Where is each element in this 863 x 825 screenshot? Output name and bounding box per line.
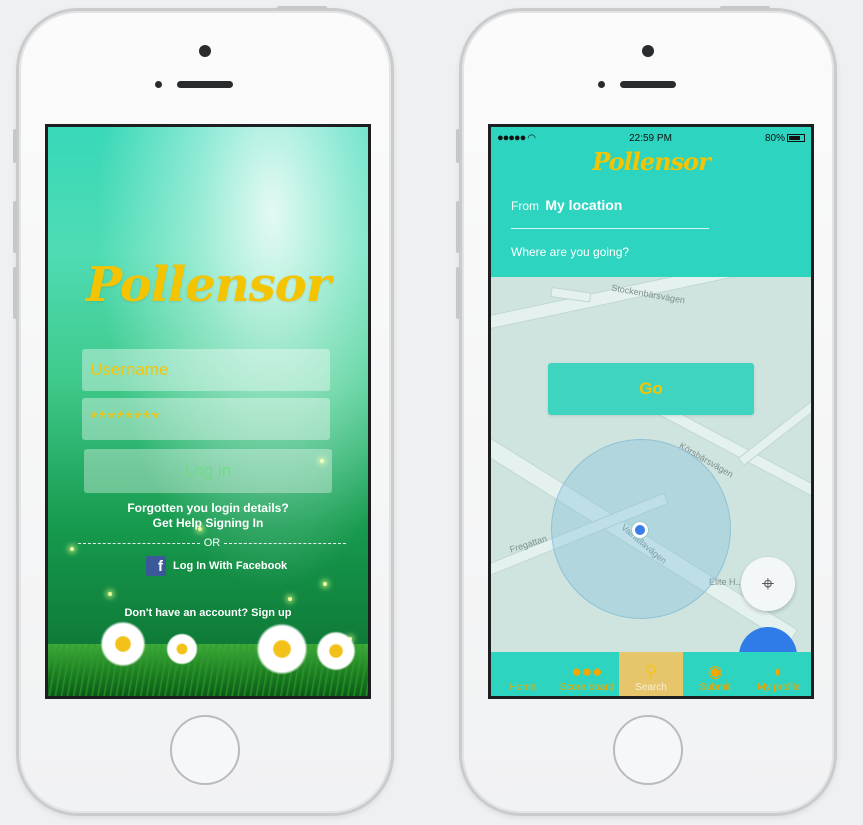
facebook-login-button[interactable]: f Log In With Facebook bbox=[146, 556, 287, 576]
or-divider: OR bbox=[78, 537, 346, 549]
map-screen: ●●●●● ◠ 22:59 PM 80% Pollensor From My l… bbox=[488, 124, 814, 699]
signal-icon: ●●●●● bbox=[497, 132, 528, 144]
tab-home-label: Home bbox=[509, 682, 537, 693]
origin-value: My location bbox=[545, 197, 623, 213]
username-input[interactable] bbox=[82, 349, 330, 391]
tab-home[interactable]: Home bbox=[491, 652, 555, 696]
facebook-icon: f bbox=[146, 556, 166, 576]
map-road bbox=[491, 277, 811, 331]
proximity-sensor bbox=[155, 81, 162, 88]
tab-search-label: Search bbox=[635, 682, 667, 693]
battery-indicator: 80% bbox=[765, 133, 805, 144]
sparkle bbox=[70, 547, 74, 551]
volume-up-button bbox=[13, 201, 17, 253]
divider-line bbox=[78, 542, 200, 544]
origin-underline bbox=[511, 228, 709, 229]
profile-icon: ◐ bbox=[773, 662, 785, 681]
sparkle bbox=[288, 597, 292, 601]
tab-search[interactable]: ⚲ Search bbox=[619, 652, 683, 696]
origin-field[interactable]: From My location bbox=[511, 197, 622, 213]
tab-submit-label: Submit bbox=[699, 682, 731, 693]
daisy-flower bbox=[166, 633, 198, 665]
earpiece-speaker bbox=[177, 81, 233, 88]
status-bar: ●●●●● ◠ 22:59 PM 80% bbox=[497, 131, 805, 145]
front-camera bbox=[642, 45, 654, 57]
group-icon: ●●● bbox=[571, 662, 603, 681]
tab-score-board[interactable]: ●●● Score board bbox=[555, 652, 619, 696]
divider-line bbox=[224, 542, 346, 544]
destination-input[interactable] bbox=[511, 245, 781, 259]
or-label: OR bbox=[203, 537, 221, 549]
battery-icon bbox=[787, 133, 805, 142]
facebook-login-label: Log In With Facebook bbox=[173, 560, 288, 572]
get-help-link[interactable]: Get Help Signing In bbox=[48, 516, 368, 531]
app-logo: Pollensor bbox=[592, 147, 711, 176]
battery-percent: 80% bbox=[764, 132, 785, 144]
forgot-details-text: Forgotten you login details? bbox=[127, 501, 289, 515]
signup-link[interactable]: Don't have an account? Sign up bbox=[48, 607, 368, 619]
bottom-tab-bar: Home ●●● Score board ⚲ Search ◉ Submit ◐… bbox=[491, 652, 811, 696]
login-screen: Pollensor Log in Forgotten you login det… bbox=[45, 124, 371, 699]
locate-me-button[interactable]: ⌖ bbox=[741, 557, 795, 611]
volume-up-button bbox=[456, 201, 460, 253]
mute-switch bbox=[456, 129, 460, 163]
app-logo: Pollensor bbox=[85, 257, 331, 313]
password-input[interactable] bbox=[82, 398, 330, 440]
volume-down-button bbox=[13, 267, 17, 319]
forgot-details-block: Forgotten you login details? Get Help Si… bbox=[48, 501, 368, 531]
phone-frame-map: ●●●●● ◠ 22:59 PM 80% Pollensor From My l… bbox=[456, 6, 837, 816]
search-header: ●●●●● ◠ 22:59 PM 80% Pollensor From My l… bbox=[491, 127, 811, 277]
power-button bbox=[720, 6, 770, 10]
submit-icon: ◉ bbox=[707, 662, 723, 681]
home-button bbox=[170, 715, 240, 785]
signal-indicator: ●●●●● ◠ bbox=[497, 132, 536, 144]
power-button bbox=[277, 6, 327, 10]
front-camera bbox=[199, 45, 211, 57]
phone-frame-login: Pollensor Log in Forgotten you login det… bbox=[13, 6, 394, 816]
current-location-marker bbox=[632, 522, 648, 538]
volume-down-button bbox=[456, 267, 460, 319]
from-label: From bbox=[511, 199, 539, 213]
search-icon: ⚲ bbox=[644, 662, 658, 681]
earpiece-speaker bbox=[620, 81, 676, 88]
home-button bbox=[613, 715, 683, 785]
proximity-sensor bbox=[598, 81, 605, 88]
status-time: 22:59 PM bbox=[629, 132, 672, 144]
sparkle bbox=[108, 592, 112, 596]
mute-switch bbox=[13, 129, 17, 163]
sparkle bbox=[323, 582, 327, 586]
tab-score-board-label: Score board bbox=[559, 682, 615, 693]
tab-my-profile[interactable]: ◐ My profile bbox=[747, 652, 811, 696]
go-button[interactable]: Go bbox=[548, 363, 754, 415]
daisy-flower bbox=[316, 631, 356, 671]
daisy-flower bbox=[256, 623, 308, 675]
wifi-icon: ◠ bbox=[527, 133, 537, 144]
tab-submit[interactable]: ◉ Submit bbox=[683, 652, 747, 696]
crosshair-icon: ⌖ bbox=[761, 571, 775, 596]
daisy-flower bbox=[100, 621, 146, 667]
login-button[interactable]: Log in bbox=[84, 449, 332, 493]
tab-my-profile-label: My profile bbox=[757, 682, 801, 693]
